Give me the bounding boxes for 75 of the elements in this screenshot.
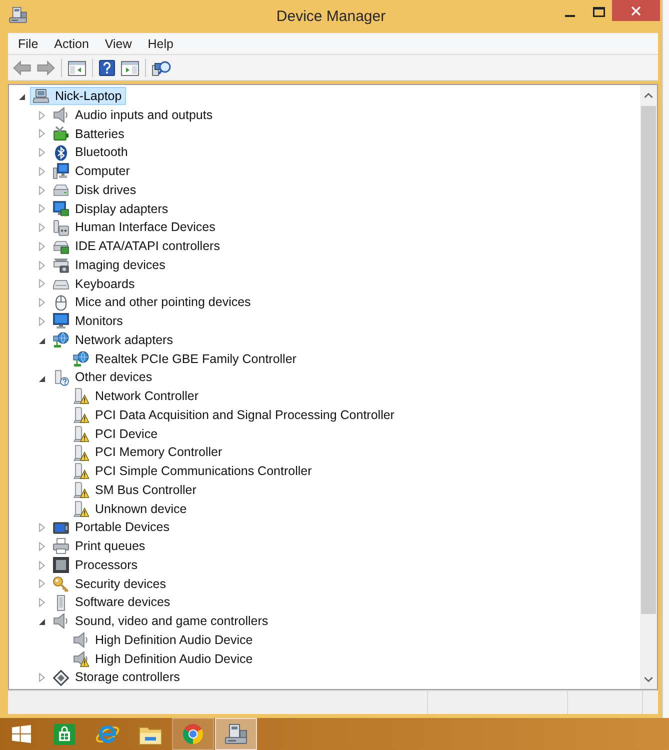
expand-arrow-icon[interactable] [39,523,45,532]
menu-item[interactable]: File [10,34,46,54]
computer-magnifier-icon[interactable] [152,60,171,76]
expand-arrow-icon[interactable] [39,316,45,326]
expand-arrow-icon[interactable] [39,260,45,270]
tree-item[interactable]: Processors [50,556,142,574]
tree-item[interactable]: Sound, video and game controllers [50,612,272,630]
circle-logo-icon [182,723,204,745]
scroll-down-icon[interactable] [644,676,653,682]
computer-device-icon [225,724,247,744]
expand-arrow-icon[interactable] [39,279,45,288]
expand-arrow-icon[interactable] [39,242,45,251]
scroll-up-icon[interactable] [644,92,653,98]
computer-device-icon [9,7,27,23]
collapse-arrow-icon[interactable] [39,619,45,626]
tree-item[interactable]: Monitors [50,312,127,330]
tree-item[interactable]: Human Interface Devices [50,218,220,237]
tree-item[interactable]: High Definition Audio Device [70,650,257,668]
tree-item[interactable]: Disk drives [50,181,140,200]
collapse-arrow-icon[interactable] [19,94,25,100]
expand-arrow-icon[interactable] [39,166,45,176]
letter-e-icon[interactable] [95,722,120,746]
expand-arrow-icon[interactable] [39,579,45,588]
collapse-arrow-icon[interactable] [39,338,45,344]
tree-item[interactable]: Network adapters [50,331,177,350]
expand-arrow-icon[interactable] [39,148,45,158]
tree-item[interactable]: Computer [50,162,134,180]
expand-arrow-icon[interactable] [39,204,45,214]
tree-item[interactable]: Audio inputs and outputs [50,106,217,124]
shopping-bag-icon[interactable] [54,724,75,744]
menu-item[interactable]: Action [46,34,97,54]
expand-arrow-icon[interactable] [39,223,45,232]
tree-item[interactable]: PCI Simple Communications Controller [70,462,316,480]
expand-arrow-icon[interactable] [39,598,45,608]
tree-item[interactable]: Security devices [50,574,170,593]
help-icon[interactable] [99,60,115,76]
tree-item[interactable]: Print queues [50,537,150,556]
close-button[interactable] [612,0,660,21]
scrollbar-thumb[interactable] [641,106,656,614]
tree-item[interactable]: IDE ATA/ATAPI controllers [50,237,224,256]
tree-item[interactable]: PCI Memory Controller [70,444,226,462]
close-icon [631,6,641,16]
four-pane-icon[interactable] [12,725,31,743]
tree-item[interactable]: Batteries [50,124,128,143]
menu-item[interactable]: Help [140,34,182,54]
tree-item[interactable]: Network Controller [70,387,203,406]
tree-item[interactable]: Imaging devices [50,256,170,274]
tree-item[interactable]: Nick-Laptop [30,87,126,106]
tree-item[interactable]: Realtek PCIe GBE Family Controller [70,350,300,368]
tree-item[interactable]: Display adapters [50,200,172,218]
tree-item[interactable]: Unknown device [70,500,191,518]
expand-arrow-icon[interactable] [39,673,45,682]
taskbar-button[interactable] [215,718,257,750]
tree-item[interactable]: PCI Device [70,424,162,443]
expand-arrow-icon[interactable] [39,542,45,551]
expand-arrow-icon[interactable] [39,129,45,138]
tree-item[interactable]: Keyboards [50,274,139,293]
expand-arrow-icon[interactable] [39,110,45,120]
menu-item[interactable]: View [96,34,140,54]
expand-arrow-icon[interactable] [39,298,45,308]
tree-item[interactable]: Other devices [50,368,156,387]
tree-item[interactable]: Portable Devices [50,518,174,537]
tree-item[interactable]: Storage controllers [50,668,184,687]
maximize-icon[interactable] [593,7,605,17]
tree-item[interactable]: High Definition Audio Device [70,631,257,650]
tree-item[interactable]: Software devices [50,594,174,612]
tree-item[interactable]: Mice and other pointing devices [50,294,255,312]
collapse-arrow-icon[interactable] [39,376,45,382]
window-title: Device Manager [276,8,386,26]
taskbar-button[interactable] [172,718,214,750]
tree-item[interactable]: Bluetooth [50,144,132,162]
tree-item[interactable]: SM Bus Controller [70,481,200,500]
expand-arrow-icon[interactable] [39,186,45,195]
tree-item[interactable]: PCI Data Acquisition and Signal Processing Controller [70,406,398,424]
expand-arrow-icon[interactable] [39,560,45,570]
